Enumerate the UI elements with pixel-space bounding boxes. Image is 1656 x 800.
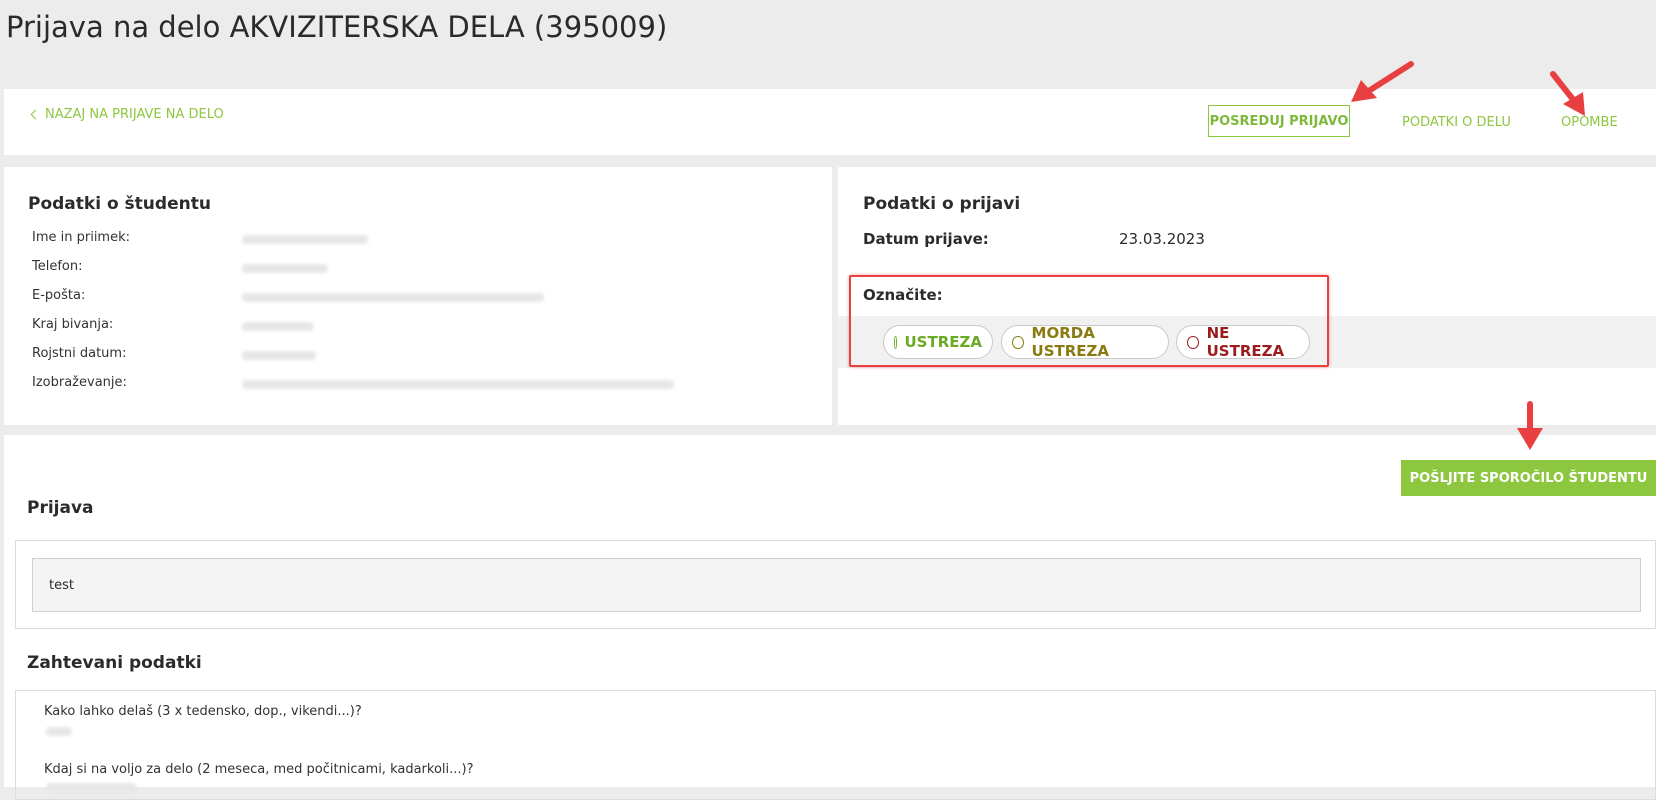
application-date-label: Datum prijave: [863,230,989,248]
arrow-annotation-icon [1550,71,1585,116]
redacted-phone-value [242,264,328,273]
page-title: Prijava na delo AKVIZITERSKA DELA (39500… [6,10,668,44]
application-info-card: Podatki o prijavi Datum prijave: 23.03.2… [838,167,1656,425]
arrow-annotation-icon [1351,61,1414,102]
field-label-phone: Telefon: [32,259,83,274]
redacted-residence-value [242,322,314,331]
back-link-label: NAZAJ NA PRIJAVE NA DELO [45,107,224,122]
highlight-box [849,275,1329,367]
redacted-answer [46,727,72,736]
question-availability: Kako lahko delaš (3 x tedensko, dop., vi… [44,704,362,719]
prijava-section-title: Prijava [27,498,94,518]
required-data-title: Zahtevani podatki [27,653,202,673]
field-label-name: Ime in priimek: [32,230,131,245]
job-info-link[interactable]: PODATKI O DELU [1402,115,1511,130]
chevron-left-icon [30,109,41,120]
redacted-name-value [242,235,368,244]
back-to-applications-link[interactable]: NAZAJ NA PRIJAVE NA DELO [30,107,224,122]
redacted-education-value [242,380,674,389]
field-label-birthdate: Rojstni datum: [32,346,127,361]
application-date-value: 23.03.2023 [1119,230,1205,248]
send-message-button[interactable]: POŠLJITE SPOROČILO ŠTUDENTU [1401,460,1656,496]
application-details-card: POŠLJITE SPOROČILO ŠTUDENTU Prijava test… [4,435,1656,800]
field-label-email: E-pošta: [32,288,86,303]
student-info-card: Podatki o študentu Ime in priimek: Telef… [4,167,832,425]
question-period: Kdaj si na voljo za delo (2 meseca, med … [44,762,474,777]
redacted-email-value [242,293,544,302]
field-label-residence: Kraj bivanja: [32,317,114,332]
redacted-answer [46,783,136,792]
application-info-title: Podatki o prijavi [863,194,1021,214]
redacted-birthdate-value [242,351,316,360]
forward-application-button[interactable]: POSREDUJ PRIJAVO [1208,105,1350,137]
student-info-title: Podatki o študentu [28,194,211,214]
field-label-education: Izobraževanje: [32,375,127,390]
prijava-text-field[interactable]: test [32,558,1641,612]
arrow-annotation-icon [1517,401,1543,450]
